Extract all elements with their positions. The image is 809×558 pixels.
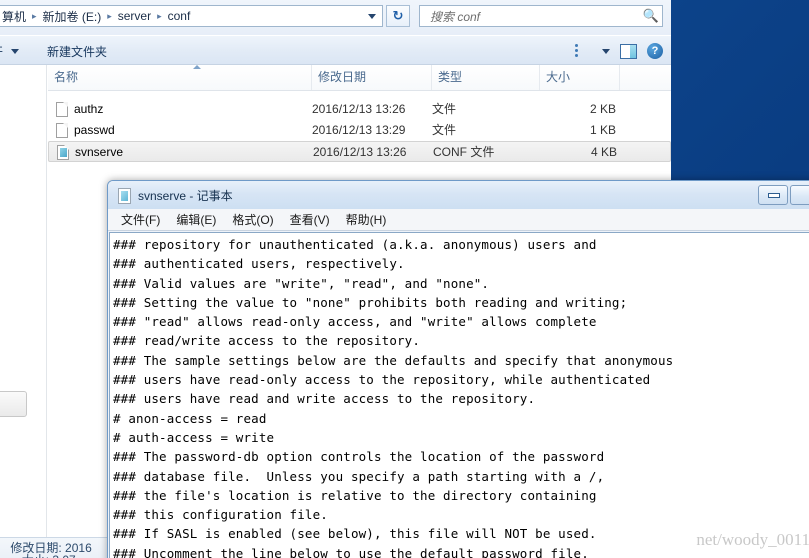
open-button-label: 开 — [0, 43, 3, 60]
search-box[interactable]: 搜索 conf 🔍 — [419, 5, 663, 27]
breadcrumb-item-3[interactable]: conf — [166, 9, 193, 23]
file-icon — [56, 102, 68, 117]
file-name-label: svnserve — [75, 145, 124, 159]
code-line: ### Setting the value to "none" prohibit… — [113, 294, 628, 310]
breadcrumb-separator: ▸ — [157, 10, 162, 21]
file-name-cell: svnserve — [57, 142, 123, 163]
table-row[interactable]: authz 2016/12/13 13:26 文件 2 KB — [48, 99, 671, 120]
code-line: ### "read" allows read-only access, and … — [113, 314, 597, 330]
notepad-text-area[interactable]: ### repository for unauthenticated (a.k.… — [109, 232, 809, 558]
code-line: ### database file. Unless you specify a … — [113, 468, 605, 484]
chevron-down-icon[interactable] — [602, 48, 610, 54]
code-line: ### If SASL is enabled (see below), this… — [113, 526, 597, 542]
file-icon — [56, 123, 68, 138]
status-type-fragment: 文件 — [0, 553, 1, 558]
conf-file-icon — [57, 145, 69, 160]
sort-ascending-icon — [193, 65, 201, 69]
status-line-2: 文件 大小: 3.07 — [0, 551, 76, 558]
new-folder-label: 新建文件夹 — [47, 44, 108, 59]
minimize-button[interactable] — [758, 185, 788, 205]
file-name-label: authz — [74, 102, 104, 116]
refresh-button[interactable]: ↻ — [386, 5, 410, 27]
file-size-cell: 2 KB — [589, 102, 616, 116]
code-line: ### users have read and write access to … — [113, 391, 536, 407]
maximize-button[interactable] — [790, 185, 809, 205]
column-header-name[interactable]: 名称 — [48, 65, 312, 90]
chevron-down-icon — [11, 48, 20, 54]
menu-file[interactable]: 文件(F) — [113, 209, 168, 230]
column-header-type[interactable]: 类型 — [432, 65, 540, 90]
code-line: ### read/write access to the repository. — [113, 333, 421, 349]
file-name-label: passwd — [74, 123, 115, 137]
code-line: ### Uncomment the line below to use the … — [113, 545, 589, 558]
table-row[interactable]: passwd 2016/12/13 13:29 文件 1 KB — [48, 120, 671, 141]
notepad-window: svnserve - 记事本 文件(F) 编辑(E) 格式(O) 查看(V) 帮… — [107, 180, 809, 558]
code-line: ### repository for unauthenticated (a.k.… — [113, 237, 597, 252]
refresh-icon: ↻ — [392, 8, 404, 23]
toolbar-right-icons: ? — [575, 40, 663, 62]
breadcrumb-item-0[interactable]: 算机 — [0, 8, 28, 25]
notepad-menu-bar: 文件(F) 编辑(E) 格式(O) 查看(V) 帮助(H) — [108, 209, 809, 231]
notepad-file-icon — [118, 187, 131, 204]
table-row-selected[interactable]: svnserve 2016/12/13 13:26 CONF 文件 4 KB — [48, 141, 671, 162]
column-header-date[interactable]: 修改日期 — [312, 65, 432, 90]
breadcrumb-item-2[interactable]: server — [116, 9, 153, 23]
minimize-icon — [768, 193, 780, 198]
file-rows: authz 2016/12/13 13:26 文件 2 KB passwd 20… — [48, 91, 671, 162]
file-date-cell: 2016/12/13 13:26 — [312, 102, 406, 116]
file-type-cell: 文件 — [432, 102, 457, 116]
window-controls — [758, 185, 809, 205]
file-size-cell: 1 KB — [589, 123, 616, 137]
code-line: ### Valid values are "write", "read", an… — [113, 275, 490, 291]
chevron-down-icon — [368, 14, 376, 19]
screen: 算机 ▸ 新加卷 (E:) ▸ server ▸ conf ↻ 搜索 conf … — [0, 0, 809, 558]
code-line: ### authenticated users, respectively. — [113, 256, 405, 272]
file-type-cell: 文件 — [432, 123, 457, 137]
code-line: ### this configuration file. — [113, 507, 328, 523]
open-button[interactable]: 开 — [0, 40, 23, 62]
explorer-toolbar: 开 新建文件夹 ? — [0, 35, 671, 65]
code-line: ### the file's location is relative to t… — [113, 487, 597, 503]
status-size: 大小: 3.07 — [22, 553, 76, 558]
menu-format[interactable]: 格式(O) — [224, 209, 281, 230]
preview-pane-icon[interactable] — [620, 43, 637, 59]
file-date-cell: 2016/12/13 13:29 — [312, 123, 406, 137]
navigation-pane: 置 — [0, 65, 47, 537]
file-type-cell: CONF 文件 — [433, 145, 495, 159]
search-icon: 🔍 — [642, 8, 660, 23]
address-dropdown-button[interactable] — [364, 8, 380, 25]
code-line: ### The sample settings below are the de… — [113, 352, 674, 368]
view-list-icon[interactable] — [575, 44, 592, 58]
notepad-title: svnserve - 记事本 — [118, 187, 233, 204]
menu-view[interactable]: 查看(V) — [282, 209, 338, 230]
code-line: ### users have read-only access to the r… — [113, 372, 651, 388]
column-header-size[interactable]: 大小 — [540, 65, 620, 90]
file-size-cell: 4 KB — [590, 145, 617, 159]
code-line: ### The password-db option controls the … — [113, 449, 605, 465]
address-bar-input[interactable]: 算机 ▸ 新加卷 (E:) ▸ server ▸ conf — [0, 5, 383, 27]
column-headers: 名称 修改日期 类型 大小 — [48, 65, 671, 91]
notepad-title-label: svnserve - 记事本 — [138, 189, 233, 203]
menu-edit[interactable]: 编辑(E) — [168, 209, 224, 230]
notepad-title-bar[interactable]: svnserve - 记事本 — [108, 181, 809, 209]
search-input[interactable]: 搜索 conf — [420, 8, 640, 25]
code-line: # anon-access = read — [113, 410, 267, 426]
code-line: # auth-access = write — [113, 429, 275, 445]
breadcrumb-item-1[interactable]: 新加卷 (E:) — [41, 8, 104, 25]
menu-help[interactable]: 帮助(H) — [338, 209, 395, 230]
new-folder-button[interactable]: 新建文件夹 — [43, 40, 111, 62]
breadcrumb-separator: ▸ — [107, 10, 112, 21]
file-name-cell: authz — [56, 99, 103, 120]
nav-pane-box[interactable] — [0, 391, 27, 417]
file-date-cell: 2016/12/13 13:26 — [313, 145, 407, 159]
file-name-cell: passwd — [56, 120, 115, 141]
explorer-address-bar: 算机 ▸ 新加卷 (E:) ▸ server ▸ conf ↻ 搜索 conf … — [0, 0, 671, 35]
breadcrumb-separator: ▸ — [32, 10, 37, 21]
help-icon[interactable]: ? — [647, 43, 663, 59]
